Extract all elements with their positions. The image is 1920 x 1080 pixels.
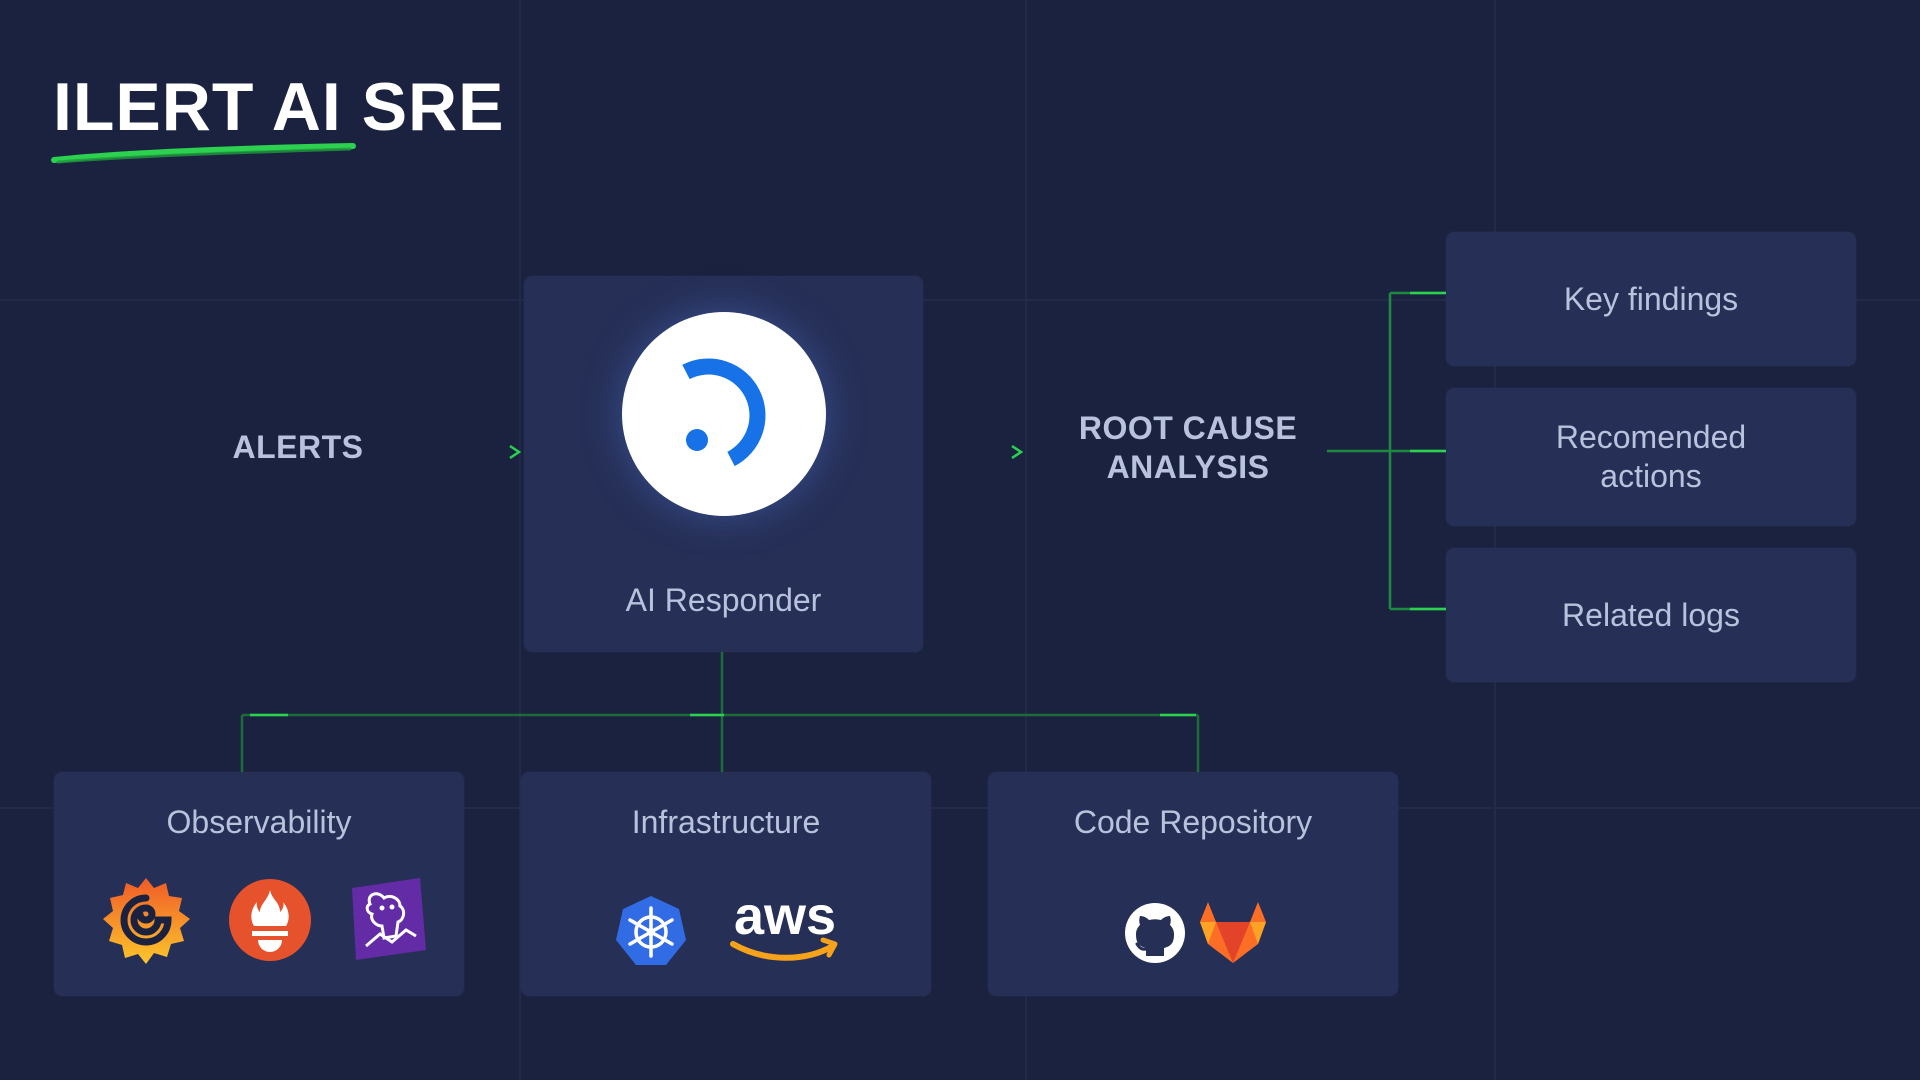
ai-responder-label: AI Responder [625,582,822,618]
gitlab-icon [1200,902,1266,963]
root-cause-analysis-label: ROOT CAUSE ANALYSIS [1060,409,1316,487]
kubernetes-icon [616,896,686,965]
aws-wordmark: aws [734,886,836,946]
observability-title: Observability [166,804,352,840]
infrastructure-card[interactable]: Infrastructure aws [521,772,931,996]
ai-responder-card[interactable]: AI Responder [524,276,923,652]
recommended-actions-line-1: Recomended [1555,419,1747,455]
rca-line-1: ROOT CAUSE [1078,410,1298,446]
grafana-icon [103,878,190,964]
ilert-logo-icon [622,312,826,516]
infrastructure-title: Infrastructure [631,804,821,840]
prometheus-icon [229,879,311,961]
aws-icon: aws [730,886,838,961]
github-icon [1125,903,1185,963]
alerts-label: ALERTS [232,429,364,465]
related-logs-label: Related logs [1562,596,1740,633]
key-findings-card[interactable]: Key findings [1446,232,1856,366]
related-logs-card[interactable]: Related logs [1446,548,1856,682]
recommended-actions-line-2: actions [1600,458,1702,494]
code-repository-card[interactable]: Code Repository [988,772,1398,996]
recommended-actions-card[interactable]: Recomended actions [1446,388,1856,526]
rca-line-2: ANALYSIS [1106,449,1270,485]
code-repository-title: Code Repository [1073,804,1313,840]
key-findings-label: Key findings [1563,280,1739,317]
observability-card[interactable]: Observability [54,772,464,996]
datadog-icon [352,878,426,960]
